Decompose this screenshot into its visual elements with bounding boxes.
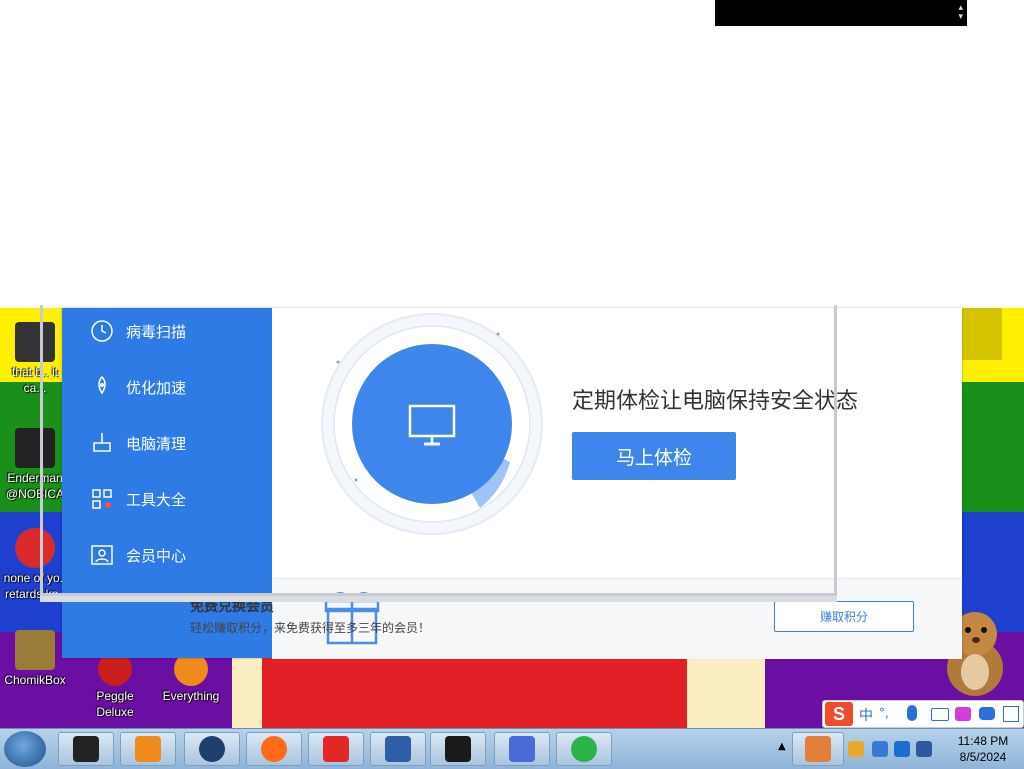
- sidebar-item-label: 会员中心: [126, 546, 187, 565]
- security-guard-icon: [571, 736, 597, 762]
- terminal-icon: [15, 428, 55, 468]
- wallpaper-cream-left: [232, 656, 262, 728]
- desktop-icon[interactable]: ChomikBox: [2, 630, 68, 688]
- wallpaper-cream-right: [687, 656, 765, 728]
- rocket-icon: [98, 375, 106, 395]
- clock-time: 11:48 PM: [957, 734, 1009, 748]
- taskbar-app[interactable]: [184, 732, 240, 766]
- scan-icon: [91, 320, 113, 342]
- terminal-icon: [73, 736, 99, 762]
- ime-toolbar[interactable]: S 中 °,: [822, 700, 1024, 728]
- network-icon[interactable]: [894, 741, 910, 757]
- sogou-logo-icon[interactable]: S: [825, 702, 853, 726]
- start-button[interactable]: [4, 731, 46, 767]
- desktop-icon[interactable]: Enderman @NOBICA: [2, 428, 68, 502]
- taskbar-app[interactable]: [792, 732, 844, 766]
- check-now-button[interactable]: 马上体检: [572, 432, 736, 480]
- show-hidden-icons-arrow[interactable]: ▲: [778, 741, 786, 752]
- globe-icon: [199, 736, 225, 762]
- dino-icon: [15, 528, 55, 568]
- top-black-bar: ▴ ▾: [715, 0, 967, 26]
- keyboard-icon[interactable]: [931, 708, 949, 721]
- gamepad-icon[interactable]: [979, 707, 995, 720]
- grid-menu-icon[interactable]: [1003, 706, 1019, 722]
- wallpaper-red-block: [262, 656, 687, 728]
- taskbar-app[interactable]: [494, 732, 550, 766]
- scan-dial: [321, 313, 543, 535]
- taskbar-app[interactable]: [58, 732, 114, 766]
- desktop-icon-label: ChomikBox: [4, 673, 66, 687]
- desktop-icon-label: none of yo.. retards kn..: [3, 571, 67, 601]
- system-clock[interactable]: 11:48 PM 8/5/2024: [948, 733, 1018, 765]
- gift-icon: [324, 592, 380, 645]
- firefox-icon: [261, 736, 287, 762]
- desktop-icon-label: that b.. it ca...: [11, 365, 59, 395]
- sidebar-item-optimize[interactable]: 优化加速: [90, 372, 186, 402]
- punctuation-icon[interactable]: °,: [879, 706, 889, 720]
- sidebar-item-virus-scan[interactable]: 病毒扫描: [90, 316, 186, 346]
- sidebar-item-member[interactable]: 会员中心: [90, 540, 186, 570]
- desktop-icon-label: Enderman @NOBICA: [5, 471, 65, 501]
- wps-office-icon: [323, 736, 349, 762]
- taskbar-app[interactable]: [308, 732, 364, 766]
- taskbar-app[interactable]: [246, 732, 302, 766]
- sidebar-item-clean[interactable]: 电脑清理: [90, 428, 186, 458]
- folder-icon: [15, 322, 55, 362]
- desktop-icon-label: Peggle Deluxe: [96, 689, 134, 719]
- desktop-icon[interactable]: none of yo.. retards kn..: [2, 528, 68, 602]
- sidebar-item-label: 电脑清理: [126, 434, 187, 453]
- clock-date: 8/5/2024: [959, 750, 1007, 764]
- desktop-icon[interactable]: Everything: [158, 652, 224, 704]
- bird-icon: [509, 736, 535, 762]
- tray-icon[interactable]: [848, 741, 864, 757]
- reward-subtitle: 轻松赚取积分，来免费获得至多三年的会员！: [190, 621, 431, 635]
- taskbar-app[interactable]: [556, 732, 612, 766]
- cloud-icon: [805, 736, 831, 762]
- taskbar-app[interactable]: [430, 732, 486, 766]
- volume-icon[interactable]: [916, 741, 932, 757]
- app-window: 病毒扫描 优化加速 电脑清理 工具大全 会员中心 定期体检让电脑保持安全状态 马…: [62, 308, 962, 659]
- tray-icon[interactable]: [872, 741, 888, 757]
- desktop-icon-label: Everything: [162, 689, 220, 703]
- earn-points-button[interactable]: 赚取积分: [774, 601, 914, 632]
- reward-title: 免费兑换会员: [190, 599, 274, 615]
- broom-icon: [93, 433, 111, 452]
- taskbar-app[interactable]: [120, 732, 176, 766]
- skin-icon[interactable]: [955, 707, 971, 721]
- virtualbox-icon: [385, 736, 411, 762]
- user-icon: [91, 545, 113, 565]
- sidebar-item-tools[interactable]: 工具大全: [90, 484, 186, 514]
- desktop-icon[interactable]: that b.. it ca...: [2, 322, 68, 396]
- spinner-arrows-icon[interactable]: ▴ ▾: [958, 4, 963, 22]
- headline: 定期体检让电脑保持安全状态: [572, 389, 859, 414]
- taskbar-app[interactable]: [370, 732, 426, 766]
- sidebar-item-label: 工具大全: [126, 490, 187, 509]
- media-player-icon: [135, 736, 161, 762]
- ime-mode-toggle[interactable]: 中: [859, 705, 873, 725]
- apps-icon: [92, 489, 112, 509]
- desktop-icon[interactable]: Peggle Deluxe: [82, 652, 148, 720]
- chomikbox-icon: [15, 630, 55, 670]
- taskbar: ▲ 11:48 PM 8/5/2024: [0, 728, 1024, 769]
- microphone-icon[interactable]: [907, 705, 917, 721]
- sidebar-item-label: 优化加速: [126, 378, 187, 397]
- wallpaper-block: [962, 308, 1002, 360]
- screen-icon: [445, 736, 471, 762]
- main-pane: 定期体检让电脑保持安全状态 马上体检: [272, 308, 962, 578]
- sidebar-item-label: 病毒扫描: [126, 322, 187, 341]
